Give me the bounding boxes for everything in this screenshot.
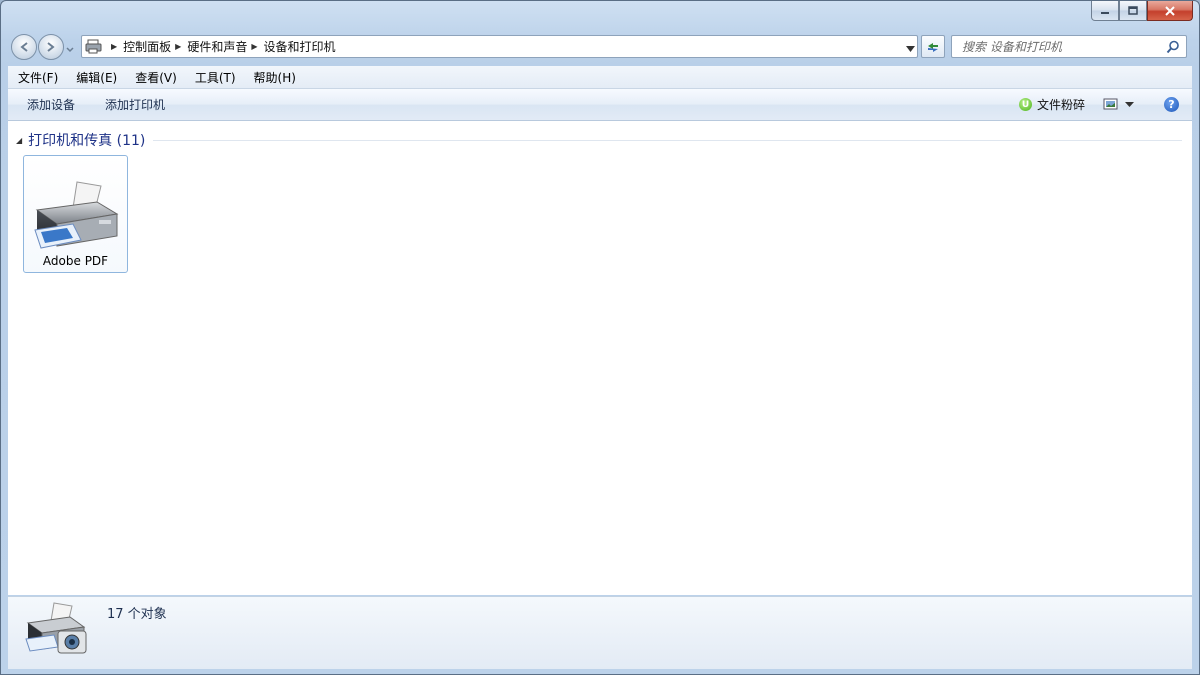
command-bar-right: U 文件粉碎 ? <box>1018 89 1192 120</box>
collapse-triangle-icon[interactable]: ◢ <box>16 136 22 145</box>
arrow-right-icon <box>47 42 55 52</box>
back-button[interactable] <box>11 34 37 60</box>
help-icon[interactable]: ? <box>1164 97 1179 112</box>
printer-camera-icon <box>25 602 87 654</box>
navigation-bar: ▶ 控制面板 ▶ 硬件和声音 ▶ 设备和打印机 <box>9 33 1187 60</box>
forward-button[interactable] <box>38 34 64 60</box>
group-header-printers[interactable]: ◢ 打印机和传真 (11) <box>16 131 1182 149</box>
arrow-left-icon <box>20 42 28 52</box>
caption-buttons <box>1091 1 1193 21</box>
content-pane: ◢ 打印机和传真 (11) Adobe PDF <box>8 121 1192 595</box>
file-shred-button[interactable]: U 文件粉碎 <box>1018 96 1085 113</box>
breadcrumb-hardware-sound[interactable]: 硬件和声音 <box>187 38 247 55</box>
explorer-window: ▶ 控制面板 ▶ 硬件和声音 ▶ 设备和打印机 搜索 设备和打印机 文件(F) … <box>0 0 1200 675</box>
maximize-button[interactable] <box>1119 1 1147 21</box>
printer-icon <box>34 181 119 249</box>
shred-icon: U <box>1018 98 1032 111</box>
details-pane: 17 个对象 <box>8 596 1192 669</box>
triangle-down-icon <box>906 46 915 52</box>
breadcrumb-item[interactable]: ▶ 设备和打印机 <box>247 36 335 57</box>
breadcrumb-devices-printers[interactable]: 设备和打印机 <box>264 38 336 55</box>
breadcrumb-arrow-icon[interactable]: ▶ <box>111 42 117 51</box>
minimize-button[interactable] <box>1091 1 1119 21</box>
add-printer-button[interactable]: 添加打印机 <box>105 96 165 113</box>
close-icon <box>1165 5 1175 16</box>
minimize-icon <box>1101 11 1109 14</box>
view-options-icon[interactable] <box>1103 98 1119 111</box>
breadcrumb-arrow-icon[interactable]: ▶ <box>251 42 257 51</box>
device-name: Adobe PDF <box>42 254 109 268</box>
close-button[interactable] <box>1147 1 1193 21</box>
menu-view[interactable]: 查看(V) <box>125 69 185 86</box>
breadcrumb-control-panel[interactable]: 控制面板 <box>123 38 171 55</box>
command-bar: 添加设备 添加打印机 U 文件粉碎 ? <box>8 89 1192 121</box>
refresh-icon <box>928 42 938 52</box>
recent-pages-dropdown[interactable] <box>66 42 74 56</box>
menu-file[interactable]: 文件(F) <box>8 69 66 86</box>
address-bar[interactable]: ▶ 控制面板 ▶ 硬件和声音 ▶ 设备和打印机 <box>81 35 918 58</box>
add-device-button[interactable]: 添加设备 <box>27 96 75 113</box>
search-box[interactable] <box>951 35 1187 58</box>
restore-icon <box>1128 5 1138 15</box>
view-options-dropdown-icon[interactable] <box>1125 101 1134 108</box>
menu-bar: 文件(F) 编辑(E) 查看(V) 工具(T) 帮助(H) <box>8 66 1192 89</box>
group-divider <box>153 139 1182 141</box>
menu-edit[interactable]: 编辑(E) <box>66 69 125 86</box>
breadcrumb-item[interactable]: ▶ 控制面板 <box>107 36 171 57</box>
refresh-button[interactable] <box>921 35 945 58</box>
device-tile-adobe-pdf[interactable]: Adobe PDF <box>23 155 128 273</box>
chevron-down-icon <box>66 47 74 53</box>
group-title: 打印机和传真 (11) <box>28 133 146 149</box>
menu-help[interactable]: 帮助(H) <box>244 69 304 86</box>
object-count: 17 个对象 <box>107 607 167 622</box>
address-history-dropdown[interactable] <box>906 41 915 55</box>
search-icon[interactable] <box>1166 40 1180 54</box>
devices-printers-icon <box>85 39 102 53</box>
breadcrumb-arrow-icon[interactable]: ▶ <box>175 42 181 51</box>
search-input[interactable] <box>960 38 1166 55</box>
breadcrumb-item[interactable]: ▶ 硬件和声音 <box>171 36 247 57</box>
file-shred-label: 文件粉碎 <box>1036 98 1085 112</box>
menu-tools[interactable]: 工具(T) <box>185 69 244 86</box>
